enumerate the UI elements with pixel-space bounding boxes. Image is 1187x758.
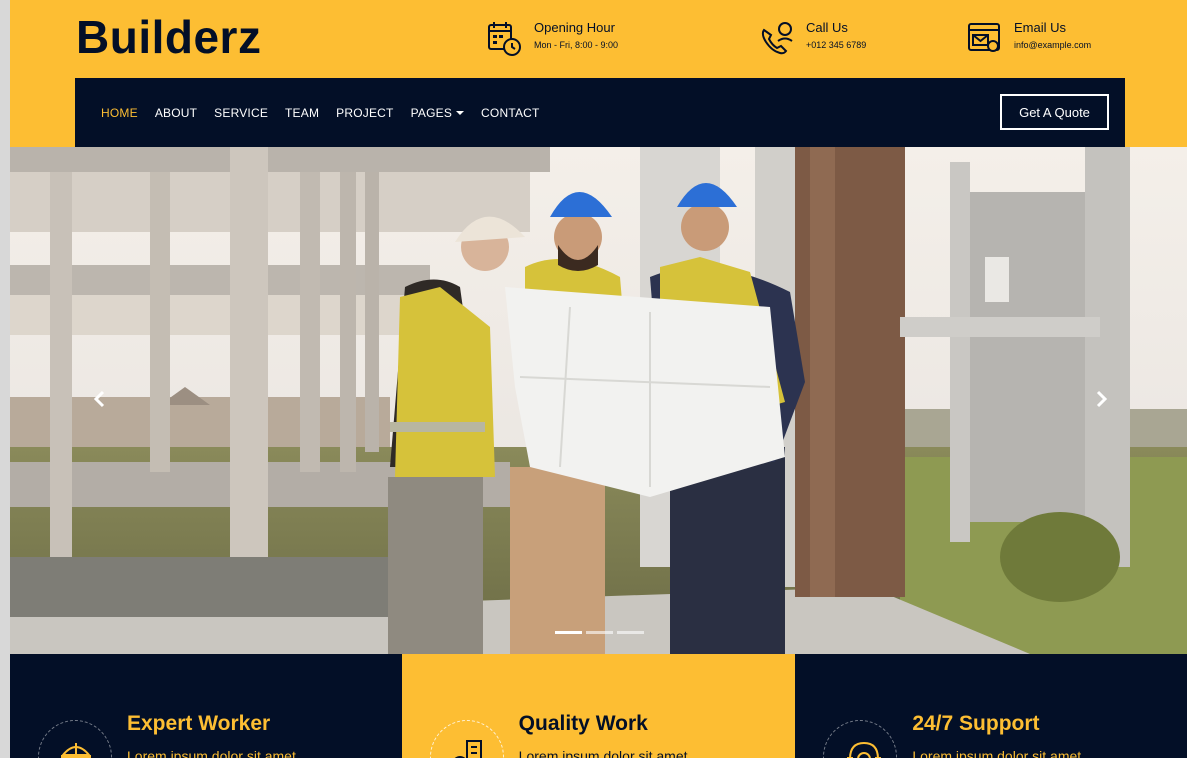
nav-project[interactable]: PROJECT [336, 106, 393, 120]
calendar-clock-icon [488, 22, 521, 56]
feature-title: 24/7 Support [912, 712, 1040, 735]
main-navbar: HOME ABOUT SERVICE TEAM PROJECT PAGES CO… [75, 78, 1125, 147]
chevron-right-icon[interactable] [1089, 387, 1113, 411]
building-icon [454, 740, 482, 758]
feature-desc: Lorem ipsum dolor sit amet [127, 748, 296, 758]
email-us-value[interactable]: info@example.com [1014, 38, 1091, 52]
hero-carousel [10, 147, 1187, 654]
nav-links: HOME ABOUT SERVICE TEAM PROJECT PAGES CO… [101, 78, 557, 147]
get-a-quote-button[interactable]: Get A Quote [1000, 94, 1109, 130]
nav-pages-dropdown[interactable]: PAGES [410, 105, 465, 120]
nav-contact[interactable]: CONTACT [481, 106, 540, 120]
nav-service[interactable]: SERVICE [214, 106, 268, 120]
opening-hour-info: Opening Hour Mon - Fri, 8:00 - 9:00 [486, 20, 618, 58]
call-us-label: Call Us [806, 20, 848, 35]
worker-helmet-icon [60, 743, 92, 758]
hero-image [10, 147, 1187, 654]
feature-desc: Lorem ipsum dolor sit amet [518, 748, 688, 758]
feature-expert-worker: Expert Worker Lorem ipsum dolor sit amet [10, 654, 402, 758]
email-icon [968, 23, 1000, 52]
opening-hour-label: Opening Hour [534, 20, 615, 35]
nav-team[interactable]: TEAM [285, 106, 319, 120]
feature-strip: Expert Worker Lorem ipsum dolor sit amet… [10, 654, 1187, 758]
call-us-value[interactable]: +012 345 6789 [806, 38, 866, 52]
chevron-left-icon[interactable] [88, 387, 112, 411]
feature-title: Expert Worker [127, 712, 271, 735]
nav-about[interactable]: ABOUT [155, 106, 197, 120]
support-headset-icon [847, 741, 882, 758]
feature-quality-work: Quality Work Lorem ipsum dolor sit amet [401, 654, 796, 758]
email-us-label: Email Us [1014, 20, 1067, 35]
carousel-dot-1[interactable] [555, 631, 582, 634]
phone-call-icon [761, 22, 793, 55]
opening-hour-value: Mon - Fri, 8:00 - 9:00 [534, 40, 619, 50]
brand-logo[interactable]: Builderz [76, 10, 261, 64]
nav-pages-label: PAGES [410, 105, 453, 120]
feature-desc: Lorem ipsum dolor sit amet [912, 748, 1082, 758]
nav-home[interactable]: HOME [101, 106, 138, 120]
feature-icon-ring [823, 720, 898, 758]
carousel-dot-3[interactable] [617, 631, 644, 634]
carousel-indicators [555, 631, 648, 634]
caret-down-icon [456, 110, 465, 115]
page: Builderz Opening Hour Mon - Fri, 8:00 - … [10, 0, 1187, 758]
carousel-dot-2[interactable] [586, 631, 613, 634]
feature-icon-ring [38, 720, 112, 758]
email-us-info: Email Us info@example.com [966, 20, 1091, 58]
feature-support: 24/7 Support Lorem ipsum dolor sit amet [795, 654, 1187, 758]
call-us-info: Call Us +012 345 6789 [758, 20, 866, 58]
feature-icon-ring [429, 720, 504, 758]
feature-title: Quality Work [518, 712, 648, 735]
